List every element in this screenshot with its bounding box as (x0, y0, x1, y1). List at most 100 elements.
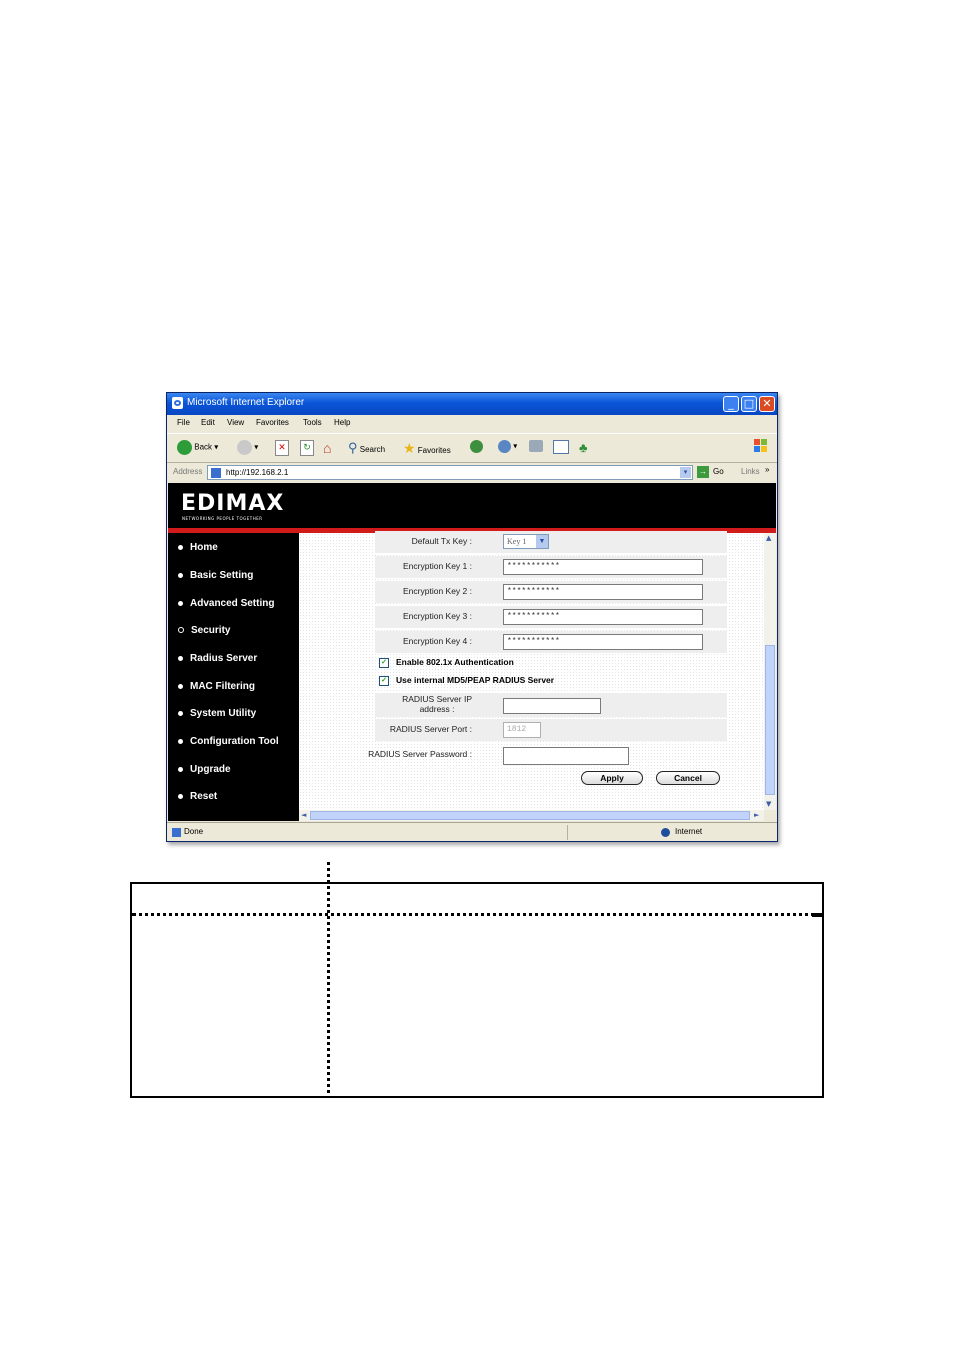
bullet-icon (178, 683, 183, 689)
status-bar: Done Internet (167, 822, 777, 841)
menu-tools[interactable]: Tools (303, 418, 322, 427)
favorites-button[interactable]: ★ Favorites (403, 440, 451, 458)
sidebar-item-label: Configuration Tool (190, 736, 279, 747)
print-button[interactable] (529, 440, 543, 458)
page-icon (211, 468, 221, 478)
forward-arrow-icon (237, 440, 252, 455)
bullet-icon (178, 655, 183, 661)
encryption-key-1-row: Encryption Key 1 : *********** (375, 556, 727, 578)
table-header-divider (132, 913, 822, 916)
encryption-key-3-row: Encryption Key 3 : *********** (375, 606, 727, 628)
default-tx-key-select[interactable]: Key 1 ▼ (503, 534, 549, 549)
sidebar-item-security[interactable]: Security (178, 625, 230, 636)
back-arrow-icon (177, 440, 192, 455)
back-button[interactable]: Back ▾ (177, 440, 218, 458)
sidebar-item-basic-setting[interactable]: Basic Setting (178, 570, 253, 581)
search-button[interactable]: ⚲ Search (348, 440, 385, 458)
forward-button[interactable]: ▾ (237, 440, 258, 458)
sidebar-item-label: Basic Setting (190, 570, 254, 581)
refresh-icon: ↻ (300, 440, 314, 456)
sidebar-item-advanced-setting[interactable]: Advanced Setting (178, 598, 274, 609)
scroll-left-icon[interactable]: ◄ (301, 811, 306, 819)
scroll-down-icon[interactable]: ▼ (766, 800, 771, 808)
table-column-divider (327, 862, 330, 1093)
refresh-button[interactable]: ↻ (300, 440, 314, 458)
stop-button[interactable]: ✕ (275, 440, 289, 458)
sidebar-item-system-utility[interactable]: System Utility (178, 708, 256, 719)
scroll-up-icon[interactable]: ▲ (766, 534, 771, 542)
sidebar-item-label: Reset (190, 791, 218, 802)
window-title: Microsoft Internet Explorer (187, 397, 305, 408)
address-dropdown-icon[interactable]: ▾ (680, 467, 691, 478)
menu-view[interactable]: View (227, 418, 244, 427)
encryption-key-4-input[interactable]: *********** (503, 634, 703, 650)
sidebar-item-radius-server[interactable]: Radius Server (178, 653, 257, 664)
history-icon (470, 440, 483, 453)
history-button[interactable] (470, 440, 483, 458)
radius-server-ip-label-line2: address : (419, 704, 455, 714)
enable-8021x-checkbox[interactable]: ✓ (379, 657, 389, 668)
apply-button[interactable]: Apply (581, 771, 643, 785)
globe-icon (661, 828, 670, 837)
back-label: Back (194, 442, 213, 452)
radius-server-ip-input[interactable] (503, 698, 601, 714)
bullet-icon (178, 766, 183, 772)
horizontal-scroll-thumb[interactable] (310, 811, 750, 820)
menu-edit[interactable]: Edit (201, 418, 215, 427)
title-bar: Microsoft Internet Explorer _ □ ✕ (167, 393, 777, 415)
address-input[interactable]: http://192.168.2.1 ▾ (207, 465, 693, 480)
menu-help[interactable]: Help (334, 418, 350, 427)
minimize-icon[interactable]: _ (723, 396, 739, 412)
horizontal-scrollbar[interactable]: ◄ ► (299, 810, 764, 821)
encryption-key-2-label: Encryption Key 2 : (403, 586, 472, 596)
use-internal-radius-checkbox[interactable]: ✓ (379, 675, 389, 686)
sidebar-item-upgrade[interactable]: Upgrade (178, 764, 231, 775)
address-label: Address (173, 467, 203, 476)
radius-server-port-input[interactable]: 1812 (503, 722, 541, 738)
encryption-key-4-row: Encryption Key 4 : *********** (375, 631, 727, 653)
sidebar-item-label: Radius Server (190, 653, 258, 664)
home-icon: ⌂ (323, 440, 332, 456)
sidebar-item-reset[interactable]: Reset (178, 791, 217, 802)
menu-bar: File Edit View Favorites Tools Help (167, 415, 777, 452)
menu-favorites[interactable]: Favorites (256, 418, 289, 427)
edimax-tagline: NETWORKING PEOPLE TOGETHER (182, 516, 263, 521)
scroll-right-icon[interactable]: ► (754, 811, 759, 819)
bullet-icon (178, 793, 183, 799)
sidebar-item-label: System Utility (190, 708, 257, 719)
encryption-key-3-label: Encryption Key 3 : (403, 611, 472, 621)
go-arrow-icon[interactable]: → (697, 466, 709, 478)
sidebar-item-mac-filtering[interactable]: MAC Filtering (178, 681, 255, 692)
use-internal-radius-checkbox-row[interactable]: ✓ Use internal MD5/PEAP RADIUS Server (379, 675, 554, 686)
favorites-star-icon: ★ (403, 440, 416, 456)
mail-button[interactable]: ▾ (498, 440, 517, 458)
encryption-key-2-row: Encryption Key 2 : *********** (375, 581, 727, 603)
status-text: Done (184, 827, 204, 836)
sidebar-item-configuration-tool[interactable]: Configuration Tool (178, 736, 279, 747)
sidebar-item-label: MAC Filtering (190, 681, 255, 692)
sidebar-item-home[interactable]: Home (178, 542, 218, 553)
chevron-right-icon[interactable]: » (765, 465, 769, 474)
search-label: Search (359, 445, 386, 454)
messenger-button[interactable]: ♣ (579, 440, 588, 458)
go-button[interactable]: Go (713, 467, 724, 476)
vertical-scroll-thumb[interactable] (765, 645, 775, 795)
menu-file[interactable]: File (177, 418, 190, 427)
enable-8021x-checkbox-row[interactable]: ✓ Enable 802.1x Authentication (379, 657, 514, 668)
done-page-icon (172, 828, 181, 837)
bullet-icon (178, 544, 183, 550)
encryption-key-3-input[interactable]: *********** (503, 609, 703, 625)
default-tx-key-label: Default Tx Key : (411, 536, 472, 546)
cancel-button[interactable]: Cancel (656, 771, 720, 785)
close-icon[interactable]: ✕ (759, 396, 775, 412)
home-button[interactable]: ⌂ (323, 440, 331, 458)
maximize-icon[interactable]: □ (741, 396, 757, 412)
encryption-key-2-input[interactable]: *********** (503, 584, 703, 600)
favorites-label: Favorites (417, 446, 451, 455)
radius-server-password-input[interactable] (503, 747, 629, 765)
vertical-scrollbar[interactable]: ▲ ▼ (764, 533, 776, 810)
links-button[interactable]: Links (741, 467, 760, 476)
sidebar-item-label: Upgrade (190, 764, 231, 775)
edit-button[interactable] (553, 440, 569, 458)
encryption-key-1-input[interactable]: *********** (503, 559, 703, 575)
